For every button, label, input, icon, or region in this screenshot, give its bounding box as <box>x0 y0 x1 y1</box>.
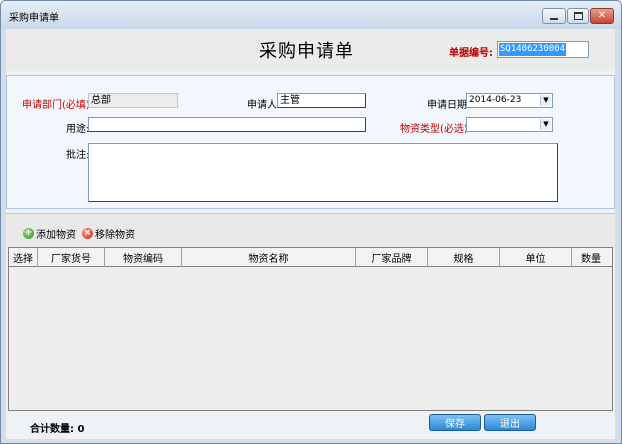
plus-icon: + <box>23 228 34 239</box>
window-title: 采购申请单 <box>9 13 59 24</box>
column-header-spec[interactable]: 规格 <box>428 248 500 267</box>
date-value: 2014-06-23 <box>469 95 522 105</box>
column-header-brand[interactable]: 厂家品牌 <box>356 248 428 267</box>
department-field[interactable]: 总部 <box>88 93 178 108</box>
remove-material-label: 移除物资 <box>95 230 135 241</box>
column-header-vendor-code[interactable]: 厂家货号 <box>38 248 105 267</box>
remove-material-button[interactable]: × 移除物资 <box>82 226 135 241</box>
header-band: 采购申请单 单据编号: SQ1406230004 <box>6 29 615 71</box>
add-material-button[interactable]: + 添加物资 <box>23 226 76 241</box>
column-header-material-name[interactable]: 物资名称 <box>182 248 356 267</box>
date-label: 申请日期: <box>427 100 471 111</box>
total-quantity-label: 合计数量: <box>30 424 74 435</box>
form-panel: 申请部门(必填): 总部 申请人: 主管 申请日期: 2014-06-23 ▼ … <box>6 75 615 209</box>
total-quantity-value: 0 <box>77 424 85 435</box>
column-header-material-code[interactable]: 物资编码 <box>105 248 182 267</box>
minimize-button[interactable] <box>542 8 566 24</box>
app-window: 采购申请单 ✕ 采购申请单 单据编号: SQ1406230004 申请部门(必填… <box>0 0 622 444</box>
dropdown-arrow-icon[interactable]: ▼ <box>540 119 551 130</box>
column-header-unit[interactable]: 单位 <box>500 248 572 267</box>
purpose-label: 用途: <box>66 124 90 135</box>
column-header-select[interactable]: 选择 <box>9 248 38 267</box>
save-button[interactable]: 保存 <box>429 414 481 431</box>
client-area: 采购申请单 单据编号: SQ1406230004 申请部门(必填): 总部 申请… <box>6 29 615 439</box>
close-button[interactable]: ✕ <box>590 8 614 24</box>
purpose-field[interactable] <box>88 117 366 132</box>
dropdown-arrow-icon[interactable]: ▼ <box>540 95 551 106</box>
remark-label: 批注: <box>66 150 90 161</box>
total-quantity: 合计数量: 0 <box>30 420 84 435</box>
table-header: 选择 厂家货号 物资编码 物资名称 厂家品牌 规格 单位 数量 <box>9 248 612 267</box>
material-type-label: 物资类型(必选): <box>400 124 472 135</box>
doc-no-field[interactable]: SQ1406230004 <box>497 41 589 58</box>
doc-no-label: 单据编号: <box>449 48 493 59</box>
maximize-button[interactable] <box>567 8 589 24</box>
column-header-quantity[interactable]: 数量 <box>572 248 610 267</box>
minimize-icon <box>550 18 558 20</box>
materials-table[interactable]: 选择 厂家货号 物资编码 物资名称 厂家品牌 规格 单位 数量 <box>8 247 613 411</box>
grid-toolbar: + 添加物资 × 移除物资 <box>6 213 615 249</box>
doc-no-value: SQ1406230004 <box>499 43 567 56</box>
applicant-field[interactable]: 主管 <box>277 93 366 108</box>
footer-bar: 合计数量: 0 保存 退出 <box>6 411 615 439</box>
date-picker[interactable]: 2014-06-23 ▼ <box>466 93 553 108</box>
department-label: 申请部门(必填): <box>22 100 94 111</box>
maximize-icon <box>573 12 583 20</box>
page-title: 采购申请单 <box>259 41 354 62</box>
exit-button[interactable]: 退出 <box>484 414 536 431</box>
remark-textarea[interactable] <box>88 143 558 202</box>
remove-icon: × <box>82 228 93 239</box>
add-material-label: 添加物资 <box>36 230 76 241</box>
material-type-select[interactable]: ▼ <box>466 117 553 132</box>
close-icon: ✕ <box>597 10 607 21</box>
applicant-label: 申请人: <box>247 100 281 111</box>
title-bar[interactable]: 采购申请单 ✕ <box>1 1 621 29</box>
